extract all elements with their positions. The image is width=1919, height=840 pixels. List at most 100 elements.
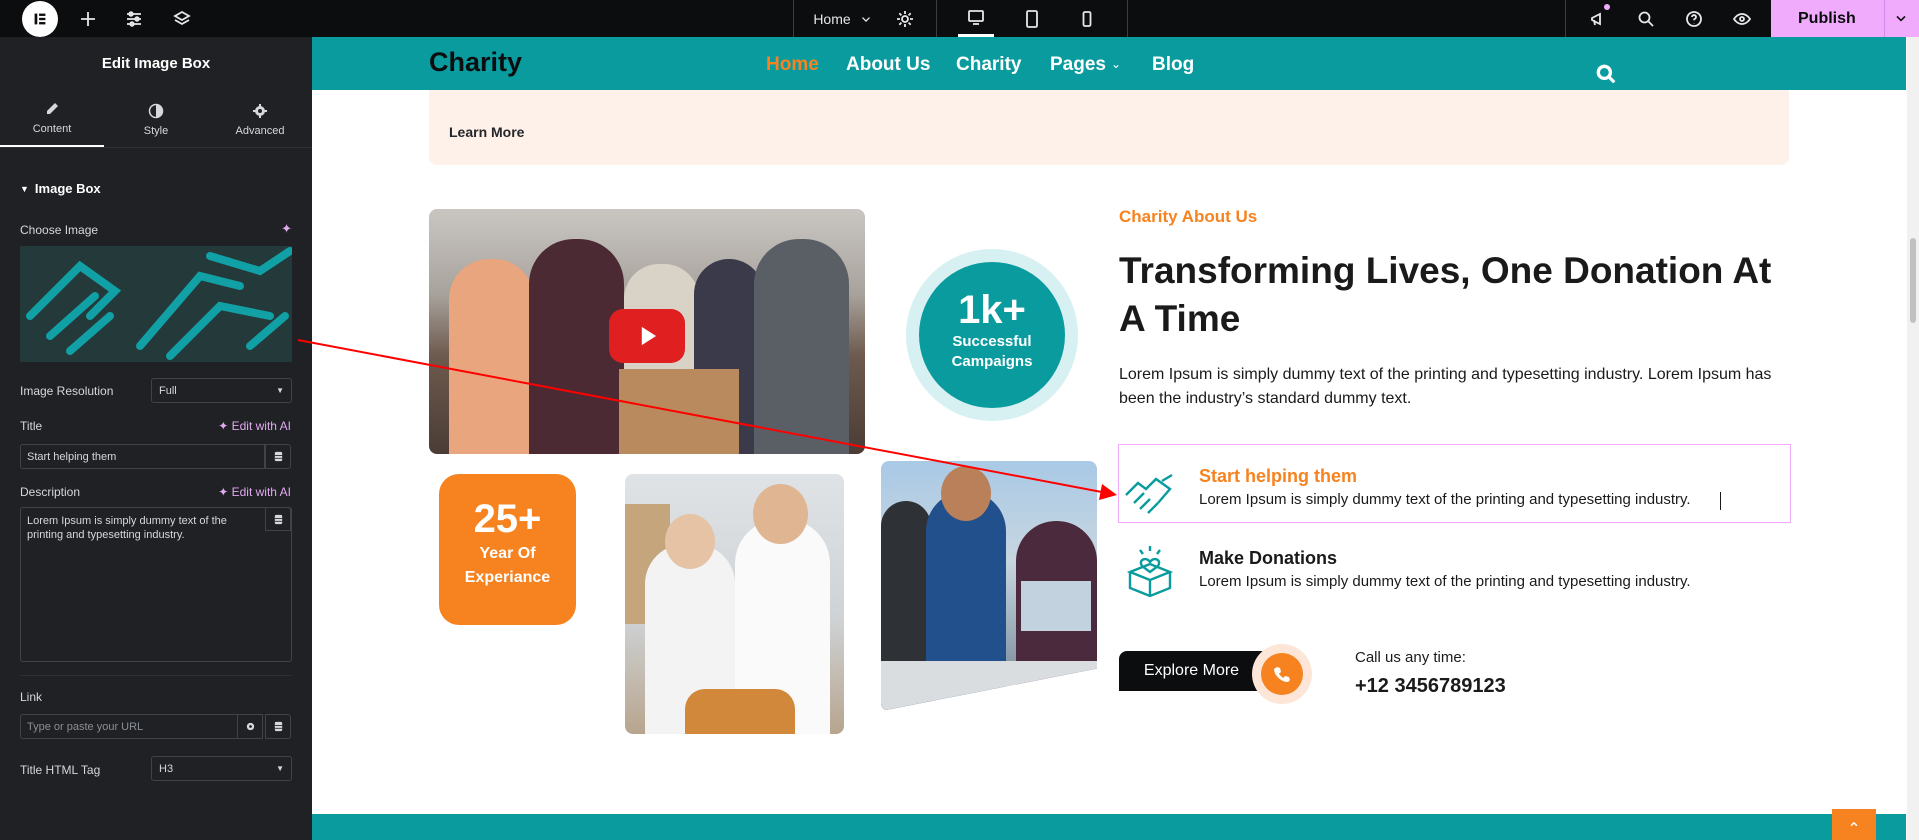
stat-label-line1: Successful xyxy=(952,333,1032,350)
choose-image-label: Choose Image xyxy=(20,223,99,237)
stat-value: 1k+ xyxy=(958,288,1026,332)
image-resolution-value: Full xyxy=(159,384,177,397)
page-select[interactable]: Home xyxy=(810,0,876,37)
help-button[interactable] xyxy=(1682,0,1706,37)
dynamic-tags-button[interactable] xyxy=(265,507,291,531)
chevron-down-icon: ⌄ xyxy=(1111,57,1122,71)
section-paragraph: Lorem Ipsum is simply dummy text of the … xyxy=(1119,366,1772,407)
preview-button[interactable] xyxy=(1730,0,1754,37)
link-options-button[interactable] xyxy=(237,714,263,739)
section-toggle-image-box[interactable]: ▼ Image Box xyxy=(20,181,101,196)
volunteers-video-image[interactable] xyxy=(429,209,865,454)
tab-label: Style xyxy=(143,124,169,137)
tab-advanced[interactable]: Advanced xyxy=(208,91,312,148)
gear-icon xyxy=(897,10,913,27)
scrollbar-thumb[interactable] xyxy=(1910,238,1916,323)
edit-with-ai-label: Edit with AI xyxy=(231,419,291,433)
stat-successful-campaigns: 1k+ Successful Campaigns xyxy=(919,262,1065,408)
editor-top-bar: Home Publish xyxy=(0,0,1919,43)
image-resolution-select[interactable]: Full ▼ xyxy=(151,378,292,403)
next-section-band xyxy=(312,814,1906,840)
divider xyxy=(20,675,292,676)
phone-icon[interactable] xyxy=(1261,653,1303,695)
title-input[interactable]: Start helping them xyxy=(20,444,265,469)
dynamic-tags-button[interactable] xyxy=(265,714,291,739)
search-icon[interactable] xyxy=(1595,63,1617,85)
ai-sparkle-icon[interactable]: ✦ xyxy=(281,221,292,237)
title-label: Title xyxy=(20,419,43,433)
learn-more-link[interactable]: Learn More xyxy=(449,124,524,140)
megaphone-icon xyxy=(1591,12,1601,25)
stat-label-line2: Experiance xyxy=(464,569,551,586)
caret-down-icon: ▼ xyxy=(276,764,284,773)
link-input[interactable]: Type or paste your URL xyxy=(20,714,238,739)
nav-about-us[interactable]: About Us xyxy=(846,54,930,76)
nav-blog[interactable]: Blog xyxy=(1152,54,1194,76)
gear-icon xyxy=(246,722,254,731)
publish-button[interactable]: Publish xyxy=(1771,0,1919,37)
mobile-view-button[interactable] xyxy=(1075,0,1099,37)
page-scrollbar[interactable] xyxy=(1907,37,1919,840)
tablet-view-button[interactable] xyxy=(1020,0,1044,37)
stat-label-line1: Year Of xyxy=(479,545,536,562)
helping-hands-icon xyxy=(20,246,292,362)
divider xyxy=(0,147,312,148)
panel-title: Edit Image Box xyxy=(101,54,211,72)
notification-dot xyxy=(1604,4,1610,10)
text-cursor xyxy=(1720,492,1721,510)
edit-with-ai-description-link[interactable]: ✦ Edit with AI xyxy=(218,485,291,499)
database-icon xyxy=(274,721,282,732)
tab-content[interactable]: Content xyxy=(0,91,104,148)
caret-down-icon: ▼ xyxy=(20,183,29,194)
publish-divider xyxy=(1884,0,1885,37)
mobile-icon xyxy=(1082,10,1092,27)
panel-tabs: Content Style Advanced xyxy=(0,91,312,148)
description-textarea-value: Lorem Ipsum is simply dummy text of the … xyxy=(27,515,227,541)
image-box-description: Lorem Ipsum is simply dummy text of the … xyxy=(1199,573,1691,590)
description-label: Description xyxy=(20,485,81,499)
stat-label-line2: Campaigns xyxy=(951,353,1033,370)
page-select-value: Home xyxy=(813,10,851,27)
nav-home[interactable]: Home xyxy=(766,54,819,76)
tablet-icon xyxy=(1026,9,1038,28)
site-settings-button[interactable] xyxy=(122,0,146,37)
phone-number[interactable]: +12 3456789123 xyxy=(1355,675,1506,698)
notifications-button[interactable] xyxy=(1586,0,1610,37)
desktop-view-button[interactable] xyxy=(958,0,994,37)
publish-label: Publish xyxy=(1798,9,1856,27)
link-label: Link xyxy=(20,690,43,704)
structure-button[interactable] xyxy=(170,0,194,37)
preview-canvas: Charity Home About Us Charity Pages ⌄ Bl… xyxy=(312,37,1907,840)
search-icon xyxy=(1638,11,1654,27)
edit-with-ai-title-link[interactable]: ✦ Edit with AI xyxy=(218,419,291,433)
nav-charity[interactable]: Charity xyxy=(956,54,1021,76)
youtube-play-icon[interactable] xyxy=(609,309,685,363)
image-box-description: Lorem Ipsum is simply dummy text of the … xyxy=(1199,491,1691,508)
tab-style[interactable]: Style xyxy=(104,91,208,148)
elementor-logo-button[interactable] xyxy=(22,0,58,37)
stat-years-experience: 25+ Year Of Experiance xyxy=(439,474,576,625)
title-html-tag-select[interactable]: H3 ▼ xyxy=(151,756,292,781)
image-preview[interactable] xyxy=(20,246,292,362)
nav-pages[interactable]: Pages xyxy=(1050,54,1106,76)
page-settings-button[interactable] xyxy=(893,0,917,37)
title-html-tag-value: H3 xyxy=(159,762,174,775)
scroll-to-top-button[interactable]: ⌃ xyxy=(1832,809,1876,840)
description-textarea[interactable]: Lorem Ipsum is simply dummy text of the … xyxy=(20,507,292,662)
editor-panel: Edit Image Box Content Style Advanced ▼ … xyxy=(0,37,312,840)
chevron-up-icon: ⌃ xyxy=(1847,821,1861,838)
add-element-button[interactable] xyxy=(76,0,100,37)
tab-label: Advanced xyxy=(235,124,285,137)
dynamic-tags-button[interactable] xyxy=(265,444,291,469)
half-circle-icon xyxy=(148,103,164,118)
donation-photo xyxy=(881,461,1097,711)
chevron-down-icon[interactable] xyxy=(1893,10,1909,26)
explore-more-button[interactable]: Explore More xyxy=(1119,651,1264,691)
donation-box-icon xyxy=(1126,546,1174,598)
helping-hands-icon xyxy=(1125,473,1173,514)
site-logo[interactable]: Charity xyxy=(429,47,522,78)
layers-icon xyxy=(173,10,191,25)
desktop-icon xyxy=(968,10,984,25)
call-label: Call us any time: xyxy=(1355,649,1466,666)
search-button[interactable] xyxy=(1634,0,1658,37)
